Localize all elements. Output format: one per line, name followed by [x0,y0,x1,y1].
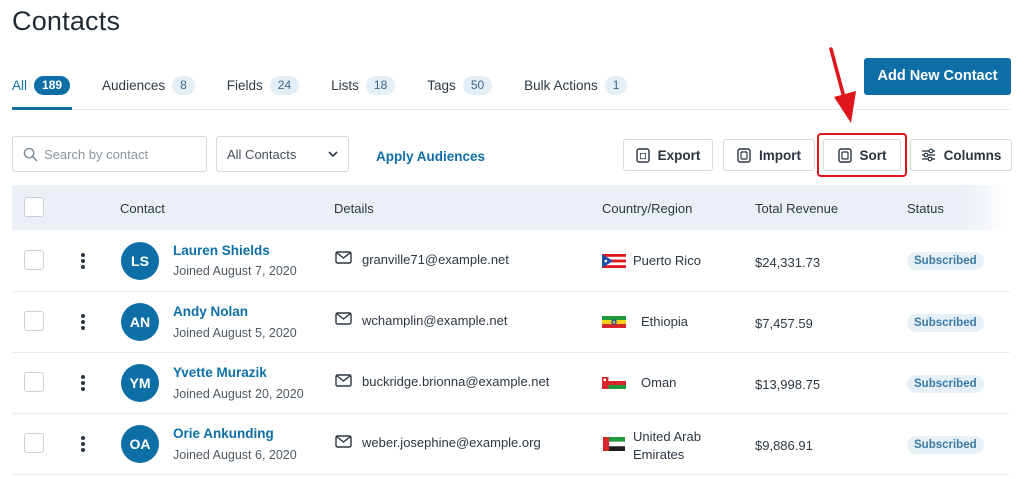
row-checkbox[interactable] [24,250,44,270]
flag-puerto-rico-icon [602,254,626,268]
row-divider [12,474,1010,475]
flag-oman-icon [602,377,626,389]
columns-label: Columns [943,147,1002,163]
contact-name[interactable]: Orie Ankunding [173,426,274,441]
tab-all[interactable]: All 189 [12,73,71,97]
row-divider [12,291,1010,292]
contact-name[interactable]: Yvette Murazik [173,365,267,380]
tab-lists[interactable]: Lists 18 [331,73,396,97]
import-icon [737,147,751,163]
contact-country: United Arab Emirates [633,428,701,464]
status-badge: Subscribed [907,436,984,454]
annotation-arrow-icon [829,47,856,123]
tab-label: Lists [331,77,359,93]
row-divider [12,352,1010,353]
tab-audiences[interactable]: Audiences 8 [102,73,195,97]
header-fade [960,185,1010,230]
more-vertical-icon[interactable] [81,314,85,332]
search-icon [23,147,38,161]
sort-highlight-box [817,133,907,177]
column-header-details[interactable]: Details [334,201,374,216]
contact-revenue: $13,998.75 [755,377,821,392]
tab-bulk-actions[interactable]: Bulk Actions 1 [524,73,628,97]
add-new-contact-button[interactable]: Add New Contact [864,58,1011,95]
avatar: AN [121,303,159,341]
columns-button[interactable]: Columns [910,139,1012,171]
contact-country: Ethiopia [641,314,688,329]
joined-date: Joined August 5, 2020 [173,326,297,340]
active-tab-indicator [12,107,72,110]
tab-count-badge: 8 [172,75,195,95]
mail-icon [335,374,352,387]
tab-fields[interactable]: Fields 24 [226,73,300,97]
tab-count-badge: 24 [269,75,300,95]
contact-email[interactable]: wchamplin@example.net [362,313,507,328]
more-vertical-icon[interactable] [81,253,85,271]
contact-revenue: $24,331.73 [755,255,821,270]
export-icon: ☐ [635,147,650,163]
tab-label: Fields [226,77,263,93]
mail-icon [335,312,352,325]
import-label: Import [759,147,801,163]
column-header-status[interactable]: Status [907,201,944,216]
contact-email[interactable]: granville71@example.net [362,252,509,267]
tab-label: All [12,77,28,93]
search-box[interactable] [12,136,207,172]
svg-text:☐: ☐ [639,152,646,161]
tab-count-badge: 50 [462,75,493,95]
tab-label: Audiences [102,77,166,93]
tabs-divider [12,109,1010,110]
column-header-revenue[interactable]: Total Revenue [755,201,838,216]
contact-country: Puerto Rico [633,253,701,268]
more-vertical-icon[interactable] [81,375,85,393]
page-title: Contacts [12,6,121,36]
export-label: Export [657,147,701,163]
contact-email[interactable]: buckridge.brionna@example.net [362,374,549,389]
mail-icon [335,251,352,264]
contact-email[interactable]: weber.josephine@example.org [362,435,541,450]
chevron-down-icon [328,150,338,157]
tab-tags[interactable]: Tags 50 [427,73,493,97]
status-badge: Subscribed [907,314,984,332]
import-button[interactable]: Import [723,139,815,171]
country-line: Emirates [633,447,685,462]
joined-date: Joined August 6, 2020 [173,448,297,462]
row-checkbox[interactable] [24,433,44,453]
row-checkbox[interactable] [24,372,44,392]
row-checkbox[interactable] [24,311,44,331]
column-header-contact[interactable]: Contact [120,201,165,216]
contacts-filter-select[interactable]: All Contacts [216,136,349,172]
column-header-country[interactable]: Country/Region [602,201,692,216]
tab-label: Tags [427,77,456,93]
contact-country: Oman [641,375,677,390]
flag-ethiopia-icon [602,316,626,328]
export-button[interactable]: ☐ Export [623,139,713,171]
more-vertical-icon[interactable] [81,436,85,454]
contact-revenue: $7,457.59 [755,316,813,331]
flag-uae-icon [603,437,626,451]
select-all-checkbox[interactable] [24,197,44,217]
contact-name[interactable]: Lauren Shields [173,243,270,258]
status-badge: Subscribed [907,252,984,270]
contact-revenue: $9,886.91 [755,438,813,453]
tab-count-badge: 18 [365,75,396,95]
apply-audiences-link[interactable]: Apply Audiences [376,149,485,164]
filter-tabs: All 189 Audiences 8 Fields 24 Lists 18 T… [12,73,659,97]
tab-label: Bulk Actions [524,77,598,93]
row-divider [12,413,1010,414]
avatar: YM [121,364,159,402]
mail-icon [335,435,352,448]
contact-name[interactable]: Andy Nolan [173,304,248,319]
avatar: OA [121,425,159,463]
avatar: LS [121,242,159,280]
status-badge: Subscribed [907,375,984,393]
joined-date: Joined August 20, 2020 [173,387,304,401]
search-input[interactable] [44,146,194,162]
country-line: United Arab [633,429,701,444]
tab-count-badge: 1 [604,75,628,95]
select-value: All Contacts [227,146,297,162]
sliders-icon [921,148,936,162]
joined-date: Joined August 7, 2020 [173,264,297,278]
tab-count-badge: 189 [34,75,71,95]
